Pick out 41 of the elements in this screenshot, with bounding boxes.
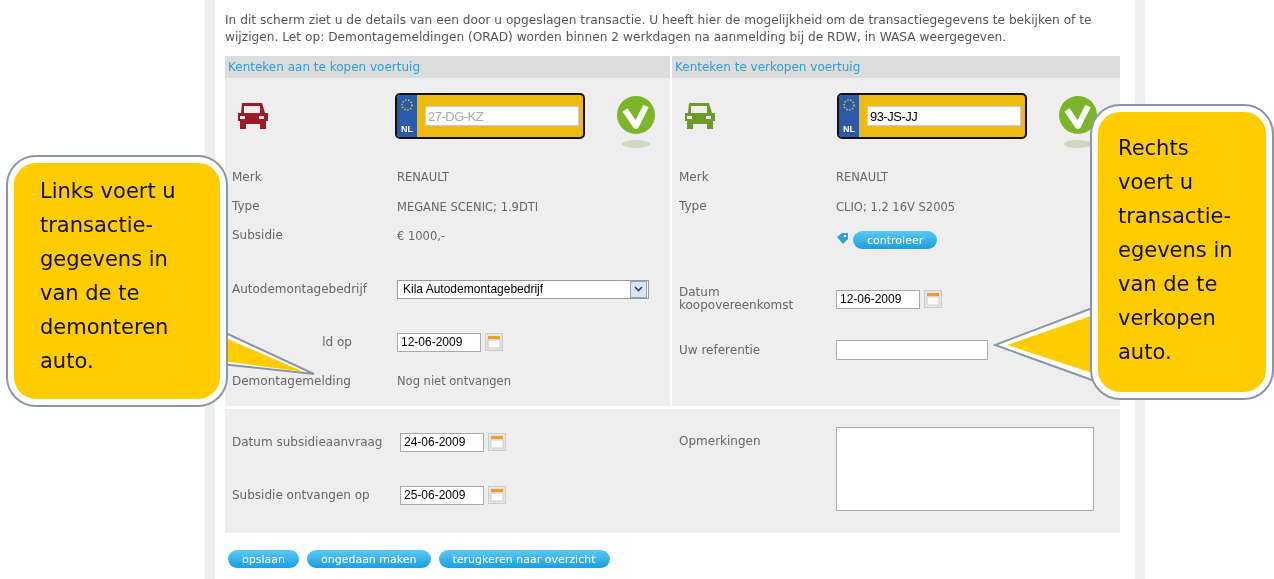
date-field[interactable]: 12-06-2009 — [836, 289, 920, 309]
calendar-icon[interactable] — [488, 433, 506, 451]
calendar-icon[interactable] — [488, 486, 506, 504]
eu-stars-icon — [400, 98, 414, 112]
calendar-icon[interactable] — [924, 290, 942, 308]
field-label: Datum subsidieaanvraag — [232, 435, 384, 449]
calendar-icon[interactable] — [485, 333, 503, 351]
remarks-field[interactable] — [836, 427, 1094, 511]
eu-stars-icon — [842, 98, 856, 112]
field-label: Type — [232, 200, 261, 213]
intro-text: In dit scherm ziet u de details van een door u opgeslagen transactie. U heeft hier de mogelijkheid om de transactiegegevens te bekijken of te wijzigen. Let op: Demontagemeldingen (ORAD) worden binnen 2 werkdagen na aanmelding bij de RDW, in WASA weergegeven. — [225, 12, 1093, 46]
column-header: Kenteken aan te kopen voertuig — [225, 56, 670, 78]
field-label: Merk — [232, 170, 263, 184]
company-dropdown[interactable]: Kila Autodemontagebedrijf — [397, 279, 649, 299]
date-field[interactable]: 24-06-2009 — [400, 432, 484, 452]
date-field[interactable]: 25-06-2009 — [400, 485, 484, 505]
field-value: CLIO; 1.2 16V S2005 — [836, 199, 956, 214]
field-value: RENAULT — [397, 170, 449, 184]
field-value: MEGANE SCENIC; 1.9DTI — [397, 199, 539, 214]
callout-text: Links voert u transactie- gegevens in van de te demonteren auto. — [40, 178, 177, 375]
date-field[interactable]: 12-06-2009 — [397, 332, 481, 352]
chevron-down-icon — [634, 286, 643, 292]
field-label: Subsidie — [232, 229, 284, 242]
field-label: Type — [679, 200, 708, 213]
field-label: Merk — [679, 170, 710, 184]
field-value: RENAULT — [836, 170, 888, 184]
field-label: Autodemontagebedrijf — [232, 282, 369, 296]
field-value: € 1000,- — [397, 228, 446, 243]
field-label: Subsidie ontvangen op — [232, 488, 371, 502]
field-label: Datum koopovereenkomst — [679, 286, 795, 312]
field-label: Opmerkingen — [679, 435, 762, 448]
country-code: NL — [843, 124, 855, 134]
field-label: Uw referentie — [679, 343, 762, 357]
field-value: Nog niet ontvangen — [397, 374, 511, 388]
field-label: ld op — [321, 335, 352, 349]
reference-field[interactable] — [836, 340, 988, 360]
column-header: Kenteken te verkopen voertuig — [672, 56, 1120, 78]
callout-text: Rechts voert u transactie- egevens in van de te verkopen auto. — [1118, 135, 1234, 366]
country-code: NL — [401, 124, 413, 134]
field-label: Demontagemelding — [232, 374, 352, 388]
plate-field[interactable]: 93-JS-JJ — [867, 106, 1021, 126]
